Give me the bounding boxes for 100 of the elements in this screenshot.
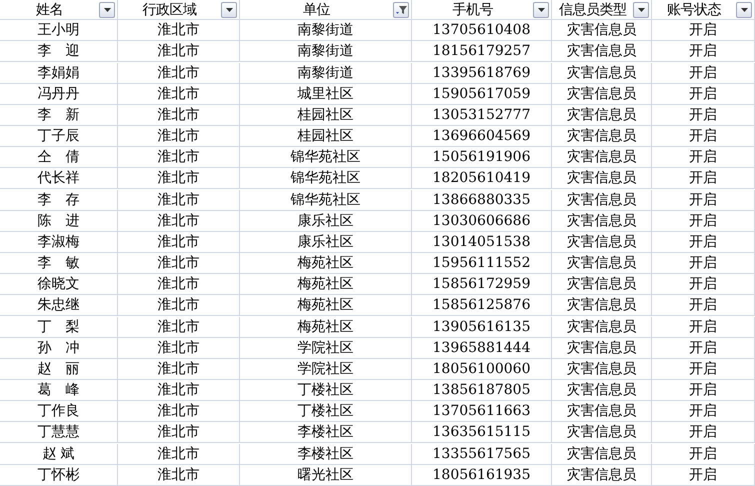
table-cell: 灾害信息员 [552, 210, 652, 232]
table-cell: 桂园社区 [240, 104, 412, 126]
table-cell: 代长祥 [0, 168, 118, 190]
table-cell: 开启 [652, 168, 755, 190]
table-cell: 开启 [652, 41, 755, 62]
table-cell: 13705610408 [412, 20, 552, 42]
table-cell: 淮北市 [118, 464, 240, 486]
table-cell: 城里社区 [240, 84, 412, 105]
table-cell: 13053152777 [412, 104, 552, 126]
table-cell: 孙 冲 [0, 338, 118, 359]
filter-button[interactable] [736, 2, 752, 18]
table-cell: 灾害信息员 [552, 168, 652, 190]
table-cell: 15056191906 [412, 147, 552, 168]
table-cell: 灾害信息员 [552, 104, 652, 126]
table-cell: 开启 [652, 316, 755, 338]
table-cell: 18056100060 [412, 358, 552, 380]
table-cell: 开启 [652, 422, 755, 444]
table-cell: 灾害信息员 [552, 422, 652, 444]
filter-button[interactable] [633, 2, 649, 18]
table-cell: 淮北市 [118, 338, 240, 359]
table-cell: 王小明 [0, 20, 118, 42]
table-cell: 开启 [652, 62, 755, 84]
table-cell: 淮北市 [118, 444, 240, 465]
table-cell: 淮北市 [118, 126, 240, 148]
filter-button[interactable] [533, 2, 549, 18]
column-header: 单位 [303, 0, 330, 18]
table-cell: 李楼社区 [240, 444, 412, 465]
table-cell: 淮北市 [118, 295, 240, 316]
table-cell: 开启 [652, 190, 755, 211]
table-cell: 丁怀彬 [0, 464, 118, 486]
table-cell: 南黎街道 [240, 62, 412, 84]
table-cell: 学院社区 [240, 358, 412, 380]
table-cell: 13635615115 [412, 422, 552, 444]
table-cell: 18056161935 [412, 464, 552, 486]
table-cell: 灾害信息员 [552, 464, 652, 486]
table-cell: 淮北市 [118, 20, 240, 42]
table-cell: 灾害信息员 [552, 253, 652, 274]
table-cell: 桂园社区 [240, 126, 412, 148]
table-cell: 灾害信息员 [552, 295, 652, 316]
table-cell: 丁作良 [0, 401, 118, 422]
table-cell: 李淑梅 [0, 232, 118, 253]
table-cell: 15956111552 [412, 253, 552, 274]
table-cell: 淮北市 [118, 168, 240, 190]
table-cell: 灾害信息员 [552, 126, 652, 148]
table-cell: 13866880335 [412, 190, 552, 211]
table-cell: 灾害信息员 [552, 338, 652, 359]
table-cell: 淮北市 [118, 358, 240, 380]
table-cell: 淮北市 [118, 190, 240, 211]
table-cell: 赵 丽 [0, 358, 118, 380]
table-cell: 李 敏 [0, 253, 118, 274]
table-cell: 开启 [652, 126, 755, 148]
table-cell: 赵 斌 [0, 444, 118, 465]
caret-icon [538, 8, 544, 12]
table-cell: 15856172959 [412, 274, 552, 296]
table-cell: 灾害信息员 [552, 380, 652, 402]
table-cell: 李 新 [0, 104, 118, 126]
table-cell: 梅苑社区 [240, 295, 412, 316]
table-cell: 灾害信息员 [552, 147, 652, 168]
table-cell: 灾害信息员 [552, 41, 652, 62]
caret-icon [226, 8, 232, 12]
table-cell: 13395618769 [412, 62, 552, 84]
table-cell: 13856187805 [412, 380, 552, 402]
table-cell: 梅苑社区 [240, 316, 412, 338]
table-cell: 开启 [652, 147, 755, 168]
table-cell: 学院社区 [240, 338, 412, 359]
table-cell: 灾害信息员 [552, 401, 652, 422]
table-cell: 冯丹丹 [0, 84, 118, 105]
table-cell: 淮北市 [118, 84, 240, 105]
table-cell: 李 存 [0, 190, 118, 211]
funnel-icon [396, 5, 406, 15]
table-cell: 开启 [652, 295, 755, 316]
table-cell: 13705611663 [412, 401, 552, 422]
table-cell: 18156179257 [412, 41, 552, 62]
table-cell: 梅苑社区 [240, 274, 412, 296]
filter-button[interactable] [393, 2, 409, 18]
table-cell: 淮北市 [118, 232, 240, 253]
table-cell: 曙光社区 [240, 464, 412, 486]
table-cell: 开启 [652, 401, 755, 422]
table-cell: 淮北市 [118, 380, 240, 402]
table-cell: 灾害信息员 [552, 316, 652, 338]
table-cell: 灾害信息员 [552, 62, 652, 84]
table-cell: 康乐社区 [240, 210, 412, 232]
table-cell: 南黎街道 [240, 20, 412, 42]
table-cell: 淮北市 [118, 316, 240, 338]
table-cell: 18205610419 [412, 168, 552, 190]
table-cell: 淮北市 [118, 147, 240, 168]
table-cell: 15856125876 [412, 295, 552, 316]
table-cell: 淮北市 [118, 210, 240, 232]
table-cell: 开启 [652, 444, 755, 465]
column-header: 信息员类型 [558, 0, 626, 18]
table-cell: 开启 [652, 253, 755, 274]
table-cell: 淮北市 [118, 253, 240, 274]
filter-button[interactable] [99, 2, 115, 18]
table-cell: 丁 梨 [0, 316, 118, 338]
table-cell: 灾害信息员 [552, 274, 652, 296]
table-cell: 康乐社区 [240, 232, 412, 253]
table-cell: 李娟娟 [0, 62, 118, 84]
table-cell: 丁子辰 [0, 126, 118, 148]
table-cell: 13014051538 [412, 232, 552, 253]
filter-button[interactable] [221, 2, 237, 18]
